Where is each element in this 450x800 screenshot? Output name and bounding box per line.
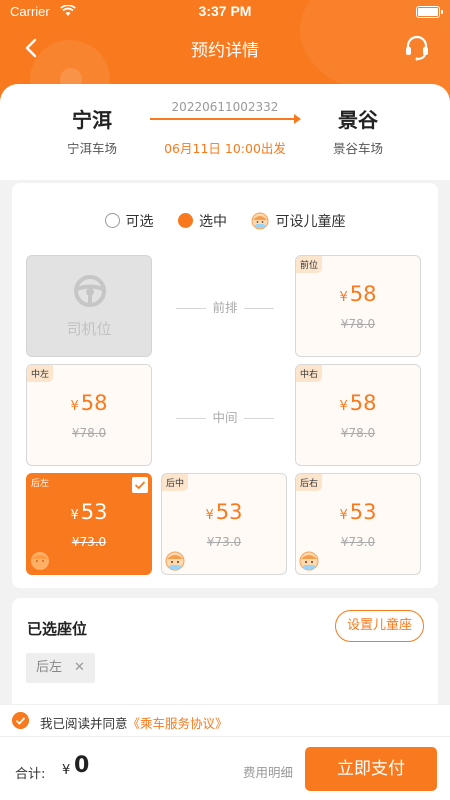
- seat-tag: 后右: [296, 474, 323, 491]
- child-seat-icon: [165, 551, 185, 571]
- fee-detail-link[interactable]: 费用明细: [243, 762, 293, 781]
- row-label-front: 前排: [170, 297, 280, 316]
- order-number: 20220611002332: [171, 100, 279, 114]
- check-icon: [132, 477, 148, 493]
- seat-original-price: ¥78.0: [340, 317, 376, 331]
- total-amount: 0: [74, 753, 90, 778]
- seat-price: ¥53: [339, 500, 377, 524]
- available-dot-icon: [104, 213, 120, 228]
- route-arrow: [150, 114, 301, 124]
- close-icon[interactable]: ✕: [74, 660, 85, 675]
- seat-tag: 后左: [31, 479, 50, 489]
- seat-middle-left[interactable]: 中左 ¥58 ¥78.0: [26, 364, 152, 466]
- child-seat-icon: [31, 552, 49, 570]
- chip-label: 后左: [36, 660, 63, 675]
- from-city: 宁洱: [72, 108, 112, 132]
- to-station: 景谷车场: [332, 141, 383, 156]
- seat-legend: 可选 选中 可设儿童座: [12, 211, 438, 231]
- selected-dot-icon: [178, 213, 193, 228]
- child-face-icon: [251, 212, 269, 230]
- legend-selected: 选中: [178, 211, 227, 231]
- seat-price: ¥53: [70, 500, 108, 524]
- seat-price: ¥58: [339, 391, 377, 415]
- status-bar: Carrier 3:37 PM: [0, 0, 450, 24]
- seat-original-price: ¥78.0: [340, 426, 376, 440]
- legend-available: 可选: [104, 211, 154, 231]
- seat-middle-right[interactable]: 中右 ¥58 ¥78.0: [295, 364, 421, 466]
- seat-map: 可选 选中 可设儿童座 司机位 前排 中间 前位 ¥58 ¥78.0 中左 ¥5…: [12, 183, 438, 588]
- seat-original-price: ¥73.0: [206, 535, 242, 549]
- seat-back-middle[interactable]: 后中 ¥53 ¥73.0: [161, 473, 287, 575]
- trip-info: 宁洱 宁洱车场 20220611002332 06月11日 10:00出发 景谷…: [0, 84, 450, 180]
- seat-original-price: ¥73.0: [71, 535, 107, 549]
- total-currency: ¥: [62, 763, 71, 778]
- seat-price: ¥58: [70, 391, 108, 415]
- legend-child-seat: 可设儿童座: [251, 211, 345, 231]
- agreement-row: 我已阅读并同意《乘车服务协议》: [0, 704, 450, 736]
- row-label-middle: 中间: [170, 407, 280, 426]
- agreement-link[interactable]: 《乘车服务协议》: [128, 716, 228, 731]
- agreement-text: 我已阅读并同意《乘车服务协议》: [40, 716, 228, 731]
- checkbox-checked-icon[interactable]: [12, 712, 29, 729]
- seat-price: ¥58: [339, 282, 377, 306]
- set-child-seat-button[interactable]: 设置儿童座: [334, 610, 424, 642]
- to-city: 景谷: [338, 108, 378, 132]
- battery-icon: [416, 6, 443, 18]
- status-time: 3:37 PM: [198, 3, 252, 19]
- bottom-bar: 合计: ¥ 0 费用明细 立即支付: [0, 736, 450, 800]
- selected-seat-chip[interactable]: 后左 ✕: [26, 653, 95, 683]
- driver-seat-label: 司机位: [66, 320, 112, 338]
- departure-time: 06月11日 10:00出发: [164, 141, 286, 156]
- nav-bar: 预约详情: [0, 30, 450, 64]
- seat-back-left[interactable]: 后左 ¥53 ¥73.0: [26, 473, 152, 575]
- seat-front[interactable]: 前位 ¥58 ¥78.0: [295, 255, 421, 357]
- headset-icon[interactable]: [402, 32, 432, 62]
- seat-price: ¥53: [205, 500, 243, 524]
- seat-back-right[interactable]: 后右 ¥53 ¥73.0: [295, 473, 421, 575]
- seat-tag: 后中: [162, 474, 189, 491]
- seat-original-price: ¥78.0: [71, 426, 107, 440]
- pay-now-button[interactable]: 立即支付: [305, 747, 437, 791]
- seat-original-price: ¥73.0: [340, 535, 376, 549]
- seat-tag: 前位: [296, 256, 323, 273]
- steering-wheel-icon: [74, 275, 106, 307]
- driver-seat: 司机位: [26, 255, 152, 357]
- selected-seats-panel: 已选座位 设置儿童座 后左 ✕: [12, 598, 438, 708]
- selected-seats-title: 已选座位: [27, 620, 88, 638]
- total-label: 合计:: [15, 767, 46, 782]
- seat-tag: 中左: [27, 365, 54, 382]
- from-station: 宁洱车场: [66, 141, 117, 156]
- child-seat-icon: [299, 551, 319, 571]
- page-title: 预约详情: [191, 41, 259, 61]
- seat-tag: 中右: [296, 365, 323, 382]
